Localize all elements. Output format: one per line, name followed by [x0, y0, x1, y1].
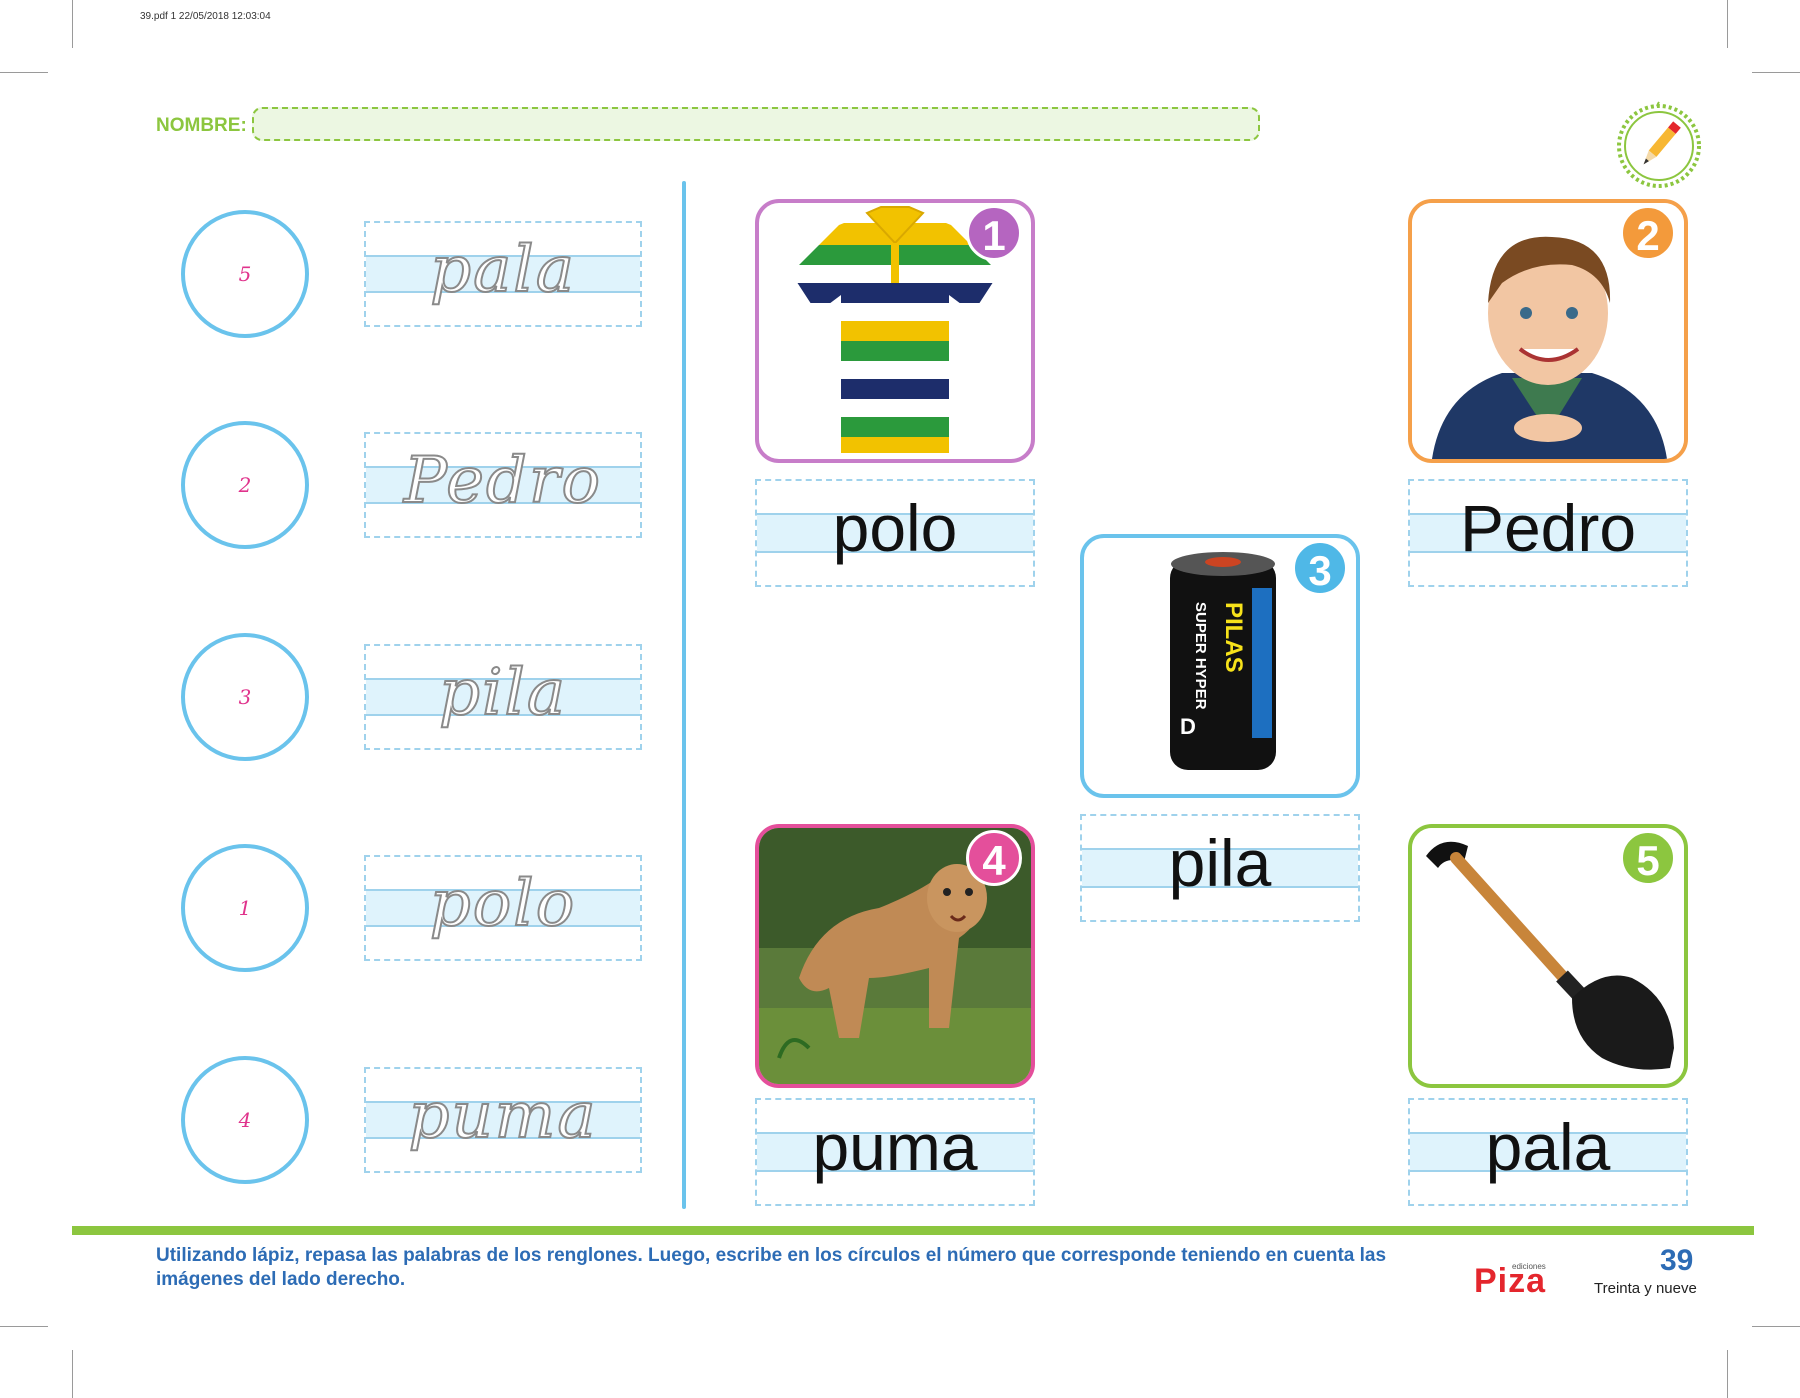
- battery-size: D: [1180, 714, 1196, 739]
- picture-number-badge: 2: [1620, 205, 1676, 261]
- footer-bar: [72, 1226, 1754, 1235]
- crop-mark: [72, 0, 73, 48]
- picture-word: puma: [812, 1110, 978, 1184]
- answer-circle[interactable]: 4: [181, 1056, 309, 1184]
- tracing-line[interactable]: pila: [364, 644, 642, 750]
- answer-circle[interactable]: 2: [181, 421, 309, 549]
- trace-word: puma: [407, 1078, 598, 1154]
- tracing-line[interactable]: puma: [364, 1067, 642, 1173]
- answer-circle[interactable]: 1: [181, 844, 309, 972]
- picture-word: pala: [1485, 1110, 1611, 1184]
- word-line: pala: [1408, 1098, 1688, 1206]
- circle-number: 5: [238, 262, 252, 286]
- word-line: Pedro: [1408, 479, 1688, 587]
- circle-number: 4: [238, 1108, 252, 1132]
- crop-mark: [1727, 1350, 1728, 1398]
- pencil-icon: [1615, 100, 1703, 188]
- name-label: NOMBRE:: [156, 115, 247, 136]
- picture-number-badge: 3: [1292, 540, 1348, 596]
- column-divider: [682, 181, 686, 1209]
- tracing-line[interactable]: Pedro: [364, 432, 642, 538]
- circle-number: 2: [238, 473, 252, 497]
- picture-number-badge: 4: [966, 830, 1022, 886]
- instructions-text: Utilizando lápiz, repasa las palabras de…: [156, 1245, 1387, 1290]
- picture-number-badge: 1: [966, 205, 1022, 261]
- picture-word: Pedro: [1459, 491, 1637, 565]
- page-number-words: Treinta y nueve: [1594, 1280, 1697, 1297]
- battery-label: PILAS: [1220, 602, 1247, 673]
- word-line: pila: [1080, 814, 1360, 922]
- word-line: polo: [755, 479, 1035, 587]
- crop-mark: [0, 1326, 48, 1327]
- circle-number: 1: [238, 896, 252, 920]
- trace-word: pala: [429, 232, 576, 308]
- answer-circle[interactable]: 3: [181, 633, 309, 761]
- trace-word: pila: [438, 655, 568, 731]
- pdf-info: 39.pdf 1 22/05/2018 12:03:04: [140, 11, 271, 22]
- picture-word: pila: [1168, 826, 1272, 900]
- picture-number-badge: 5: [1620, 830, 1676, 886]
- battery-sublabel: SUPER HYPER: [1192, 602, 1209, 710]
- name-input[interactable]: [252, 107, 1260, 141]
- picture-word: polo: [832, 491, 958, 565]
- circle-number: 3: [238, 685, 252, 709]
- crop-mark: [1752, 1326, 1800, 1327]
- crop-mark: [1752, 72, 1800, 73]
- crop-mark: [72, 1350, 73, 1398]
- trace-word: Pedro: [403, 443, 603, 519]
- page-number: 39: [1660, 1244, 1694, 1277]
- crop-mark: [0, 72, 48, 73]
- brand-logo: Piza: [1474, 1262, 1547, 1300]
- tracing-line[interactable]: pala: [364, 221, 642, 327]
- trace-word: polo: [429, 866, 577, 942]
- answer-circle[interactable]: 5: [181, 210, 309, 338]
- tracing-line[interactable]: polo: [364, 855, 642, 961]
- word-line: puma: [755, 1098, 1035, 1206]
- crop-mark: [1727, 0, 1728, 48]
